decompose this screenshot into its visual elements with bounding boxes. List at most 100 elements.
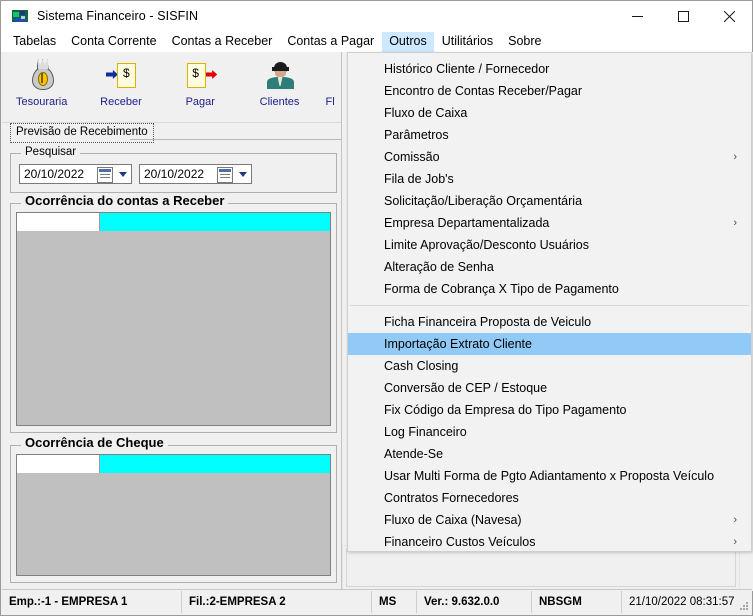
menu-contas-a-receber[interactable]: Contas a Receber — [165, 32, 280, 52]
menu-item-label: Limite Aprovação/Desconto Usuários — [384, 238, 589, 252]
status-system: NBSGM — [532, 591, 622, 613]
status-datetime: 21/10/2022 08:31:57 — [629, 596, 735, 608]
money-bag-icon — [25, 58, 59, 92]
calendar-icon — [97, 167, 113, 183]
date-from-input[interactable]: 20/10/2022 — [19, 164, 132, 184]
submenu-arrow-icon: › — [733, 536, 737, 548]
toolbar-label-clientes: Clientes — [259, 96, 300, 108]
menu-tabelas[interactable]: Tabelas — [6, 32, 63, 52]
menu-item-label: Cash Closing — [384, 359, 459, 373]
menu-item-label: Parâmetros — [384, 128, 449, 142]
menu-contas-a-pagar[interactable]: Contas a Pagar — [280, 32, 381, 52]
resize-grip-icon[interactable] — [739, 601, 749, 611]
workspace-inner-frame — [346, 549, 736, 587]
menu-item-limite-aprovacao-desconto-usuarios[interactable]: Limite Aprovação/Desconto Usuários — [348, 234, 751, 256]
close-button[interactable] — [706, 1, 752, 31]
group-label-ocorrencia-cheque: Ocorrência de Cheque — [21, 436, 168, 449]
menu-item-fix-codigo-da-empresa-do-tipo-pagamento[interactable]: Fix Código da Empresa do Tipo Pagamento — [348, 399, 751, 421]
menu-item-alteracao-de-senha[interactable]: Alteração de Senha — [348, 256, 751, 278]
menu-item-label: Histórico Cliente / Fornecedor — [384, 62, 550, 76]
menu-item-historico-cliente-fornecedor[interactable]: Histórico Cliente / Fornecedor — [348, 58, 751, 80]
menu-sobre[interactable]: Sobre — [501, 32, 548, 52]
menu-item-forma-de-cobranca-x-tipo-de-pagamento[interactable]: Forma de Cobrança X Tipo de Pagamento — [348, 278, 751, 300]
menu-item-label: Log Financeiro — [384, 425, 467, 439]
maximize-button[interactable] — [660, 1, 706, 31]
menu-item-label: Comissão — [384, 150, 440, 164]
menu-item-label: Solicitação/Liberação Orçamentária — [384, 194, 583, 208]
chevron-down-icon[interactable] — [119, 172, 127, 177]
menu-item-conversao-de-cep-estoque[interactable]: Conversão de CEP / Estoque — [348, 377, 751, 399]
menu-separator — [350, 305, 749, 306]
pay-document-icon: $ — [183, 58, 218, 92]
toolbar-button-pagar[interactable]: $ Pagar — [161, 52, 240, 108]
tab-previsao-de-recebimento[interactable]: Previsão de Recebimento — [10, 123, 154, 143]
submenu-arrow-icon: › — [733, 151, 737, 163]
menu-item-usar-multi-forma-de-pgto[interactable]: Usar Multi Forma de Pgto Adiantamento x … — [348, 465, 751, 487]
menu-item-fila-de-jobs[interactable]: Fila de Job's — [348, 168, 751, 190]
submenu-arrow-icon: › — [733, 217, 737, 229]
menu-item-empresa-departamentalizada[interactable]: Empresa Departamentalizada › — [348, 212, 751, 234]
menu-item-encontro-de-contas[interactable]: Encontro de Contas Receber/Pagar — [348, 80, 751, 102]
toolbar: Tesouraria $ Receber $ Pagar Clientes Fl — [2, 52, 341, 123]
menu-item-label: Alteração de Senha — [384, 260, 494, 274]
grid-header-row — [17, 213, 330, 231]
menu-item-ficha-financeira-proposta-de-veiculo[interactable]: Ficha Financeira Proposta de Veiculo — [348, 311, 751, 333]
title-bar: Sistema Financeiro - SISFIN — [1, 1, 752, 31]
app-icon — [12, 8, 28, 24]
menu-item-label: Importação Extrato Cliente — [384, 337, 532, 351]
date-to-input[interactable]: 20/10/2022 — [139, 164, 252, 184]
toolbar-button-tesouraria[interactable]: Tesouraria — [2, 52, 81, 108]
tab-strip-line — [130, 139, 341, 140]
client-person-icon — [263, 58, 297, 92]
menu-item-atende-se[interactable]: Atende-Se — [348, 443, 751, 465]
toolbar-button-fluxo[interactable]: Fl — [319, 52, 341, 108]
menu-item-label: Fluxo de Caixa (Navesa) — [384, 513, 522, 527]
menu-item-label: Usar Multi Forma de Pgto Adiantamento x … — [384, 469, 715, 483]
grid-ocorrencia-contas-receber[interactable] — [16, 212, 331, 426]
menu-item-fluxo-de-caixa-navesa[interactable]: Fluxo de Caixa (Navesa) › — [348, 509, 751, 531]
menu-item-fluxo-de-caixa[interactable]: Fluxo de Caixa — [348, 102, 751, 124]
application-window: Sistema Financeiro - SISFIN Tabelas Cont… — [0, 0, 753, 616]
menu-item-financeiro-custos-veiculos[interactable]: Financeiro Custos Veículos › — [348, 531, 751, 553]
menu-item-label: Fix Código da Empresa do Tipo Pagamento — [384, 403, 627, 417]
toolbar-button-receber[interactable]: $ Receber — [81, 52, 160, 108]
minimize-button[interactable] — [614, 1, 660, 31]
status-version: Ver.: 9.632.0.0 — [417, 591, 532, 613]
receive-document-icon: $ — [104, 58, 138, 92]
window-controls — [614, 1, 752, 31]
menu-item-label: Financeiro Custos Veículos — [384, 535, 536, 549]
grid-ocorrencia-cheque[interactable] — [16, 454, 331, 576]
form-panel: Pesquisar 20/10/2022 20/10/2022 Ocorrênc… — [2, 143, 341, 591]
menu-item-log-financeiro[interactable]: Log Financeiro — [348, 421, 751, 443]
tab-strip: Previsão de Recebimento — [2, 123, 341, 143]
grid-header-cell-highlight — [100, 213, 330, 231]
menu-item-importacao-extrato-cliente[interactable]: Importação Extrato Cliente — [348, 333, 751, 355]
menu-item-cash-closing[interactable]: Cash Closing — [348, 355, 751, 377]
menu-item-contratos-fornecedores[interactable]: Contratos Fornecedores — [348, 487, 751, 509]
menu-item-label: Ficha Financeira Proposta de Veiculo — [384, 315, 592, 329]
grid-body-empty — [17, 231, 330, 425]
menu-item-label: Contratos Fornecedores — [384, 491, 519, 505]
menu-item-label: Atende-Se — [384, 447, 444, 461]
window-title: Sistema Financeiro - SISFIN — [37, 9, 199, 23]
grid-header-cell-blank — [17, 213, 100, 231]
status-branch: Fil.:2-EMPRESA 2 — [182, 591, 372, 613]
toolbar-button-clientes[interactable]: Clientes — [240, 52, 319, 108]
menu-conta-corrente[interactable]: Conta Corrente — [64, 32, 163, 52]
group-ocorrencia-contas-receber: Ocorrência do contas a Receber — [10, 194, 337, 433]
date-from-value: 20/10/2022 — [24, 167, 85, 181]
group-label-ocorrencia-contas-receber: Ocorrência do contas a Receber — [21, 194, 229, 207]
menu-item-parametros[interactable]: Parâmetros — [348, 124, 751, 146]
menu-item-label: Empresa Departamentalizada — [384, 216, 550, 230]
menu-utilitarios[interactable]: Utilitários — [435, 32, 500, 52]
menu-item-label: Fila de Job's — [384, 172, 454, 186]
dropdown-menu-outros[interactable]: Histórico Cliente / Fornecedor Encontro … — [347, 52, 752, 552]
menu-item-comissao[interactable]: Comissão › — [348, 146, 751, 168]
status-company: Emp.:-1 - EMPRESA 1 — [2, 591, 182, 613]
menu-item-solicitacao-liberacao-orcamentaria[interactable]: Solicitação/Liberação Orçamentária — [348, 190, 751, 212]
grid-header-cell-blank — [17, 455, 100, 473]
menu-outros[interactable]: Outros — [382, 31, 434, 52]
chevron-down-icon[interactable] — [239, 172, 247, 177]
grid-header-cell-highlight — [100, 455, 330, 473]
grid-body-empty — [17, 473, 330, 575]
